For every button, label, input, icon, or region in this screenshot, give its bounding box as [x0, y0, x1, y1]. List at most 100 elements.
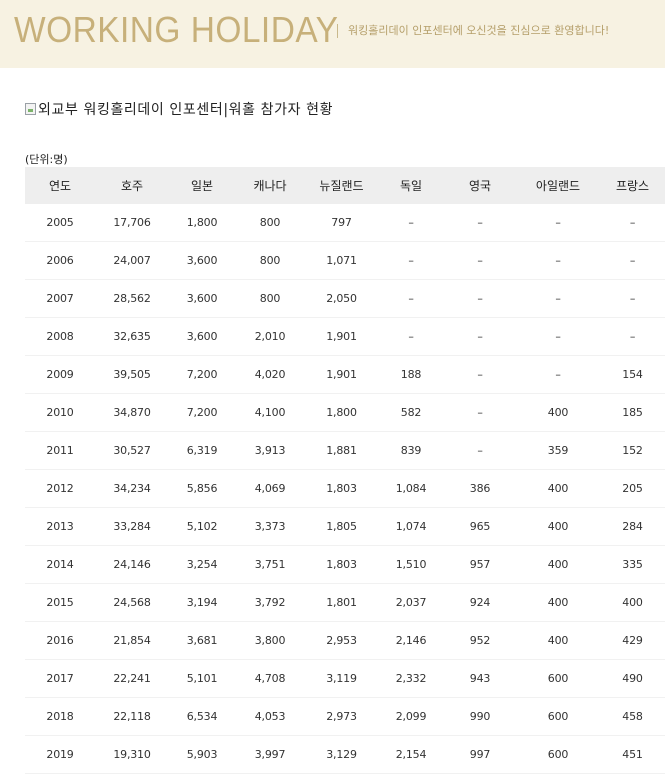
value-cell: 582 [378, 393, 444, 432]
value-cell: 2,099 [378, 697, 444, 736]
value-cell: – [444, 393, 516, 432]
table-row: 2008 32,635 3,600 2,010 1,901– – – – [25, 317, 665, 356]
value-cell: 2,146 [378, 621, 444, 660]
value-cell: 943 [444, 659, 516, 698]
value-cell: 1,901 [305, 317, 378, 356]
value-cell: 924 [444, 583, 516, 622]
value-cell: 17,706 [95, 204, 169, 242]
value-cell: – [444, 355, 516, 394]
year-cell: 2015 [25, 583, 95, 622]
value-cell: 1,074 [378, 507, 444, 546]
value-cell: – [516, 317, 600, 356]
value-cell: 600 [516, 735, 600, 774]
value-cell: 997 [444, 735, 516, 774]
value-cell: 3,373 [235, 507, 305, 546]
year-cell: 2009 [25, 355, 95, 394]
table-header-row: 연도 호주 일본 캐나다 뉴질랜드 독일 영국 아일랜드 프랑스 [25, 167, 665, 204]
year-cell: 2010 [25, 393, 95, 432]
table-row: 2019 19,310 5,903 3,997 3,129 2,154 997 600 451 [25, 735, 665, 774]
column-header: 독일 [378, 167, 444, 204]
value-cell: – [516, 241, 600, 280]
value-cell: 1,071 [305, 241, 378, 280]
value-cell: 1,510 [378, 545, 444, 584]
value-cell: 205 [600, 469, 665, 508]
value-cell: 3,681 [169, 621, 235, 660]
article-title: 외교부 워킹홀리데이 인포센터|워홀 참가자 현황 [38, 102, 334, 118]
value-cell: 1,800 [169, 204, 235, 242]
site-logo-title[interactable]: WORKING HOLIDAY [14, 10, 338, 50]
value-cell: 451 [600, 735, 665, 774]
value-cell: 3,600 [169, 241, 235, 280]
table-row: 2015 24,568 3,194 3,792 1,801 2,037 924 400 400 [25, 583, 665, 622]
value-cell: – [378, 204, 444, 242]
year-cell: 2019 [25, 735, 95, 774]
value-cell: 800 [235, 241, 305, 280]
year-cell: 2013 [25, 507, 95, 546]
value-cell: 400 [516, 545, 600, 584]
year-cell: 2006 [25, 241, 95, 280]
value-cell: 33,284 [95, 507, 169, 546]
table-row: 2012 34,234 5,856 4,069 1,803 1,084 386 400 205 [25, 469, 665, 508]
banner-divider [337, 24, 338, 38]
value-cell: 4,100 [235, 393, 305, 432]
table-row: 2018 22,118 6,534 4,053 2,973 2,099 990 600 458 [25, 697, 665, 736]
value-cell: 1,800 [305, 393, 378, 432]
value-cell: 34,870 [95, 393, 169, 432]
value-cell: 284 [600, 507, 665, 546]
value-cell: 490 [600, 659, 665, 698]
value-cell: 4,708 [235, 659, 305, 698]
table-row: 2016 21,854 3,681 3,800 2,953 2,146 952 400 429 [25, 621, 665, 660]
year-cell: 2011 [25, 431, 95, 470]
value-cell: 7,200 [169, 355, 235, 394]
value-cell: 400 [600, 583, 665, 622]
value-cell: 4,069 [235, 469, 305, 508]
value-cell: 3,751 [235, 545, 305, 584]
value-cell: 4,053 [235, 697, 305, 736]
table-row: 2005 17,706 1,800 800 797– – – – [25, 204, 665, 242]
value-cell: 429 [600, 621, 665, 660]
value-cell: 3,913 [235, 431, 305, 470]
value-cell: – [600, 204, 665, 242]
value-cell: 5,856 [169, 469, 235, 508]
value-cell: 24,568 [95, 583, 169, 622]
value-cell: 386 [444, 469, 516, 508]
value-cell: 22,118 [95, 697, 169, 736]
participants-table: 연도 호주 일본 캐나다 뉴질랜드 독일 영국 아일랜드 프랑스 2005 17,706 1,800… [25, 167, 665, 774]
value-cell: 152 [600, 431, 665, 470]
value-cell: 19,310 [95, 735, 169, 774]
value-cell: – [516, 355, 600, 394]
value-cell: – [516, 204, 600, 242]
value-cell: 3,800 [235, 621, 305, 660]
column-header: 호주 [95, 167, 169, 204]
value-cell: – [378, 317, 444, 356]
value-cell: 800 [235, 204, 305, 242]
table-row: 2007 28,562 3,600 800 2,050– – – – [25, 279, 665, 318]
table-row: 2013 33,284 5,102 3,373 1,805 1,074 965 400 284 [25, 507, 665, 546]
value-cell: 359 [516, 431, 600, 470]
value-cell: 188 [378, 355, 444, 394]
column-header: 연도 [25, 167, 95, 204]
value-cell: 2,010 [235, 317, 305, 356]
column-header: 캐나다 [235, 167, 305, 204]
value-cell: 1,803 [305, 545, 378, 584]
site-banner: WORKING HOLIDAY 워킹홀리데이 인포센터에 오신것을 진심으로 환… [0, 0, 665, 68]
value-cell: – [600, 241, 665, 280]
value-cell: – [378, 241, 444, 280]
year-cell: 2012 [25, 469, 95, 508]
value-cell: 34,234 [95, 469, 169, 508]
value-cell: 3,194 [169, 583, 235, 622]
value-cell: 24,146 [95, 545, 169, 584]
value-cell: 957 [444, 545, 516, 584]
year-cell: 2005 [25, 204, 95, 242]
year-cell: 2014 [25, 545, 95, 584]
value-cell: – [516, 279, 600, 318]
value-cell: 7,200 [169, 393, 235, 432]
table-body: 2005 17,706 1,800 800 797– – – –2006 24,007 3,600… [25, 204, 665, 774]
value-cell: – [444, 279, 516, 318]
value-cell: – [600, 279, 665, 318]
value-cell: 600 [516, 697, 600, 736]
table-row: 2017 22,241 5,101 4,708 3,119 2,332 943 600 490 [25, 659, 665, 698]
year-cell: 2007 [25, 279, 95, 318]
unit-label: (단위:명) [25, 153, 68, 166]
value-cell: – [444, 204, 516, 242]
